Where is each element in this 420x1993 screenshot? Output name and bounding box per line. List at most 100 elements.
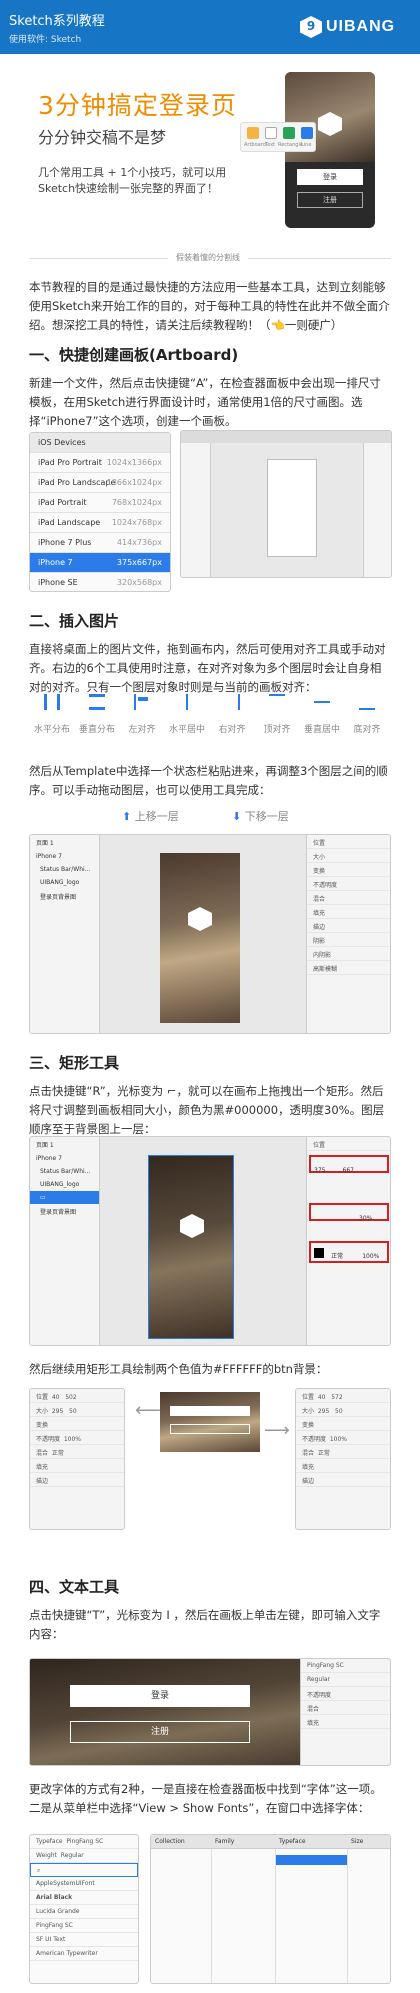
font-option[interactable]: Lucida Grande — [30, 1905, 138, 1919]
device-item[interactable]: iPhone SE 320x568px — [30, 573, 170, 591]
text-inspector: PingFang SC Regular 不透明度 混合 填充 — [300, 1659, 390, 1765]
font-option[interactable]: PingFang SC — [30, 1919, 138, 1933]
device-item[interactable]: iPad Pro Landscape 1366x1024px — [30, 473, 170, 493]
artboard-photo — [160, 853, 240, 1023]
font-weight-value[interactable]: Regular — [301, 1673, 390, 1687]
inspector-position: 位置 — [307, 835, 390, 849]
align-middle-vertical-tool[interactable]: 垂直居中 — [299, 694, 345, 735]
layer-status-bar[interactable]: Status Bar/Whi... — [30, 1165, 99, 1178]
layer-background[interactable]: 登录页背景图 — [30, 1204, 99, 1219]
layers-panel: 页面 1 iPhone 7 Status Bar/Whi... UIBANG_l… — [30, 835, 100, 1033]
align-right-tool[interactable]: 右对齐 — [209, 694, 255, 735]
inspector-left-rect: 位置 40 502 大小 295 50 变换 不透明度 100% 混合 正常 填… — [29, 1388, 125, 1530]
arrow-up-icon: ⬆ — [122, 810, 135, 823]
font-option[interactable]: SF UI Text — [30, 1933, 138, 1947]
opacity-highlight: 30% — [309, 1203, 389, 1222]
align-center-horizontal-tool[interactable]: 水平居中 — [164, 694, 210, 735]
search-icon: ⌕ — [37, 1867, 41, 1874]
hero-description: 几个常用工具 + 1个小技巧，就可以用Sketch快速绘制一张完整的界面了！ — [38, 166, 227, 195]
device-item[interactable]: iPad Portrait 768x1024px — [30, 493, 170, 513]
page-item[interactable]: 页面 1 — [30, 1137, 99, 1152]
divider-caption: 假装着憧的分割线 — [168, 252, 248, 263]
logo-hex-icon: 9 — [300, 16, 322, 38]
device-item[interactable]: iPad Pro Portrait 1024x1366px — [30, 453, 170, 473]
sketch-artboard-screenshot — [180, 430, 392, 578]
transform-row: 变换 — [296, 1417, 390, 1431]
layers-panel: 页面 1 iPhone 7 Status Bar/Whi... UIBANG_l… — [30, 1137, 100, 1345]
sketch-insert-image-screenshot: 页面 1 iPhone 7 Status Bar/Whi... UIBANG_l… — [29, 834, 391, 1034]
hero-title: 3分钟搞定登录页 — [38, 91, 237, 120]
fill-swatch[interactable] — [314, 1248, 324, 1258]
section-1-text: 新建一个文件，然后点击快捷键“A”，在检查器面板中会出现一排尺寸模板，在用Ske… — [29, 376, 381, 428]
move-down-layer-button[interactable]: ⬇ 下移一层 — [232, 808, 289, 824]
inspector-shadow: 阴影 — [307, 933, 390, 947]
layer-artboard[interactable]: iPhone 7 — [30, 1152, 99, 1165]
font-option[interactable]: AppleSystemUIFont — [30, 1877, 138, 1891]
phone-register-button: 注册 — [297, 192, 363, 208]
align-top-tool[interactable]: 顶对齐 — [254, 694, 300, 735]
fill-highlight: 正常 100% — [309, 1241, 389, 1263]
layer-logo[interactable]: UIBANG_logo — [30, 876, 99, 889]
inspector-sidebar — [363, 443, 391, 577]
blend-row: 混合 正常 — [296, 1445, 390, 1459]
text-tool-screenshot: 登录 注册 PingFang SC Regular 不透明度 混合 填充 — [29, 1658, 391, 1766]
arrow-down-icon: ⬇ — [232, 810, 245, 823]
series-title: Sketch系列教程 — [9, 14, 105, 29]
font-search-input[interactable]: ⌕ — [30, 1863, 138, 1877]
fonts-window-header: Collection Family Typeface Size — [151, 1835, 390, 1849]
height-value[interactable]: 667 — [331, 1167, 354, 1174]
arrow-right-icon: ⟶ — [264, 1420, 290, 1441]
inspector-border: 描边 — [307, 919, 390, 933]
inspector-blur: 高斯模糊 — [307, 961, 390, 975]
opacity-row: 不透明度 100% — [296, 1431, 390, 1445]
opacity-value[interactable]: 30% — [311, 1215, 372, 1222]
align-tools-row: 水平分布 垂直分布 左对齐 水平居中 右对齐 顶对齐 垂直居中 底对齐 — [29, 694, 391, 750]
inspector-right-rect: 位置 40 572 大小 295 50 变换 不透明度 100% 混合 正常 填… — [295, 1388, 391, 1530]
layer-status-bar[interactable]: Status Bar/Whi... — [30, 863, 99, 876]
blend-row: 混合 正常 — [30, 1445, 124, 1459]
width-value[interactable]: 375 — [311, 1167, 325, 1174]
section-4-text: 点击快捷键“T”，光标变为 I ，然后在画板上单击左键，即可输入文字内容： — [29, 1608, 381, 1641]
layers-sidebar — [181, 443, 211, 577]
inspector-panel: 位置 大小 变换 不透明度 混合 填充 描边 阴影 内阴影 高斯模糊 — [306, 835, 390, 1033]
fill-percent-value: 100% — [362, 1253, 380, 1260]
section-2-title: 二、插入图片 — [29, 612, 120, 630]
page-item[interactable]: 页面 1 — [30, 835, 99, 850]
toolbar-label: Line — [301, 142, 312, 148]
opacity-row: 不透明度 100% — [30, 1431, 124, 1445]
selected-typeface-row[interactable] — [276, 1855, 347, 1865]
distribute-vertical-tool[interactable]: 垂直分布 — [74, 694, 120, 735]
device-item[interactable]: iPad Landscape 1024x768px — [30, 513, 170, 533]
align-left-tool[interactable]: 左对齐 — [119, 694, 165, 735]
white-btn-bg-2 — [170, 1424, 250, 1434]
dark-overlay — [30, 1659, 300, 1765]
section-3-text: 点击快捷键“R”，光标变为 ⌐，就可以在画布上拖拽出一个矩形。然后将尺寸调整到画… — [29, 1084, 385, 1136]
distribute-horizontal-tool[interactable]: 水平分布 — [29, 694, 75, 735]
font-option[interactable]: Arial Black — [30, 1891, 138, 1905]
align-bottom-tool[interactable]: 底对齐 — [344, 694, 390, 735]
hero-subtitle: 分分钟交稿不是梦 — [38, 128, 167, 147]
font-family-value[interactable]: PingFang SC — [301, 1659, 390, 1673]
move-up-layer-button[interactable]: ⬆ 上移一层 — [122, 808, 179, 824]
layer-artboard[interactable]: iPhone 7 — [30, 850, 99, 863]
layer-background[interactable]: 登录页背景图 — [30, 889, 99, 904]
text-icon — [265, 127, 277, 139]
dark-overlay-rect — [149, 1156, 233, 1338]
font-picker-panel: Typeface PingFang SC Weight Regular ⌕ Ap… — [29, 1834, 139, 1984]
device-item[interactable]: iPhone 7 Plus 414x736px — [30, 533, 170, 553]
layer-rectangle-selected[interactable]: ▭ — [30, 1191, 99, 1204]
toolbar-preview: Artboard Text Rectangle Line — [240, 122, 316, 152]
pos-row: 位置 40 572 — [296, 1389, 390, 1403]
opacity-row: 不透明度 — [301, 1687, 390, 1701]
artboard-photo-selected — [148, 1155, 234, 1339]
font-option[interactable]: American Typewriter — [30, 1947, 138, 1961]
artboard-icon — [247, 127, 259, 139]
logo-text: UIBANG — [326, 18, 396, 35]
layer-logo[interactable]: UIBANG_logo — [30, 1178, 99, 1191]
device-item-selected[interactable]: iPhone 7 375x667px — [30, 553, 170, 573]
size-highlight: 375 667 — [309, 1155, 389, 1174]
fill-row: 填充 — [296, 1459, 390, 1473]
section-4-title: 四、文本工具 — [29, 1578, 120, 1596]
typeface-row: Typeface PingFang SC — [30, 1835, 138, 1849]
artboard — [267, 459, 317, 557]
